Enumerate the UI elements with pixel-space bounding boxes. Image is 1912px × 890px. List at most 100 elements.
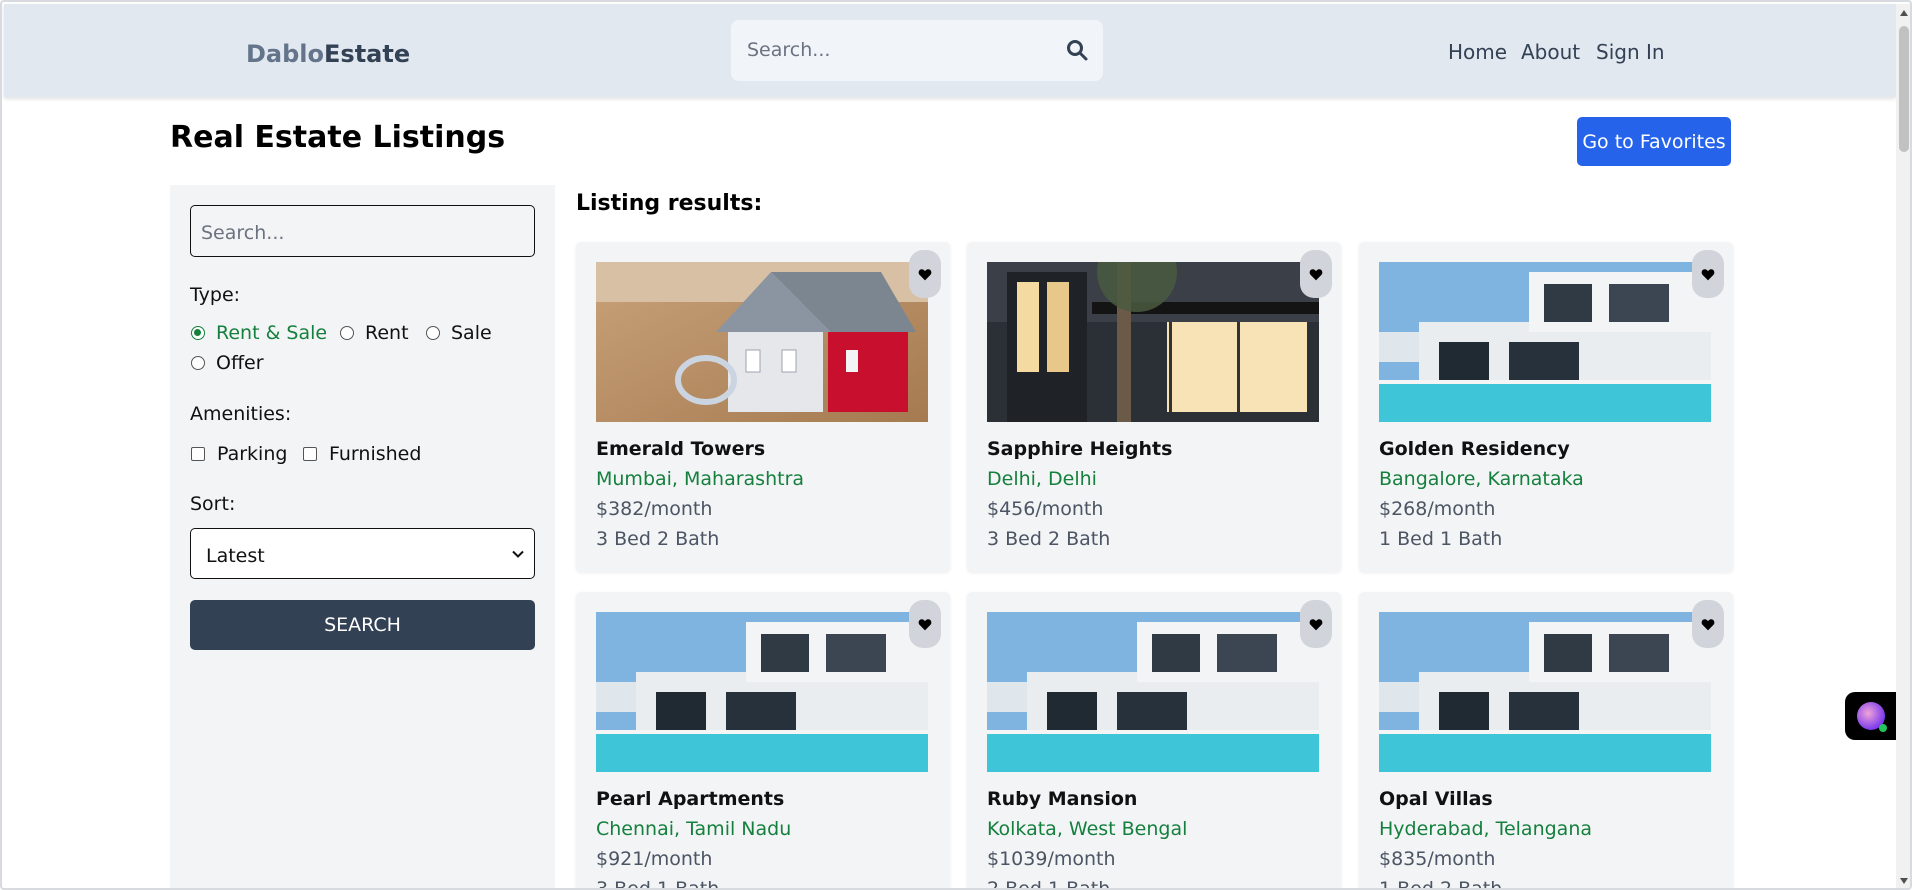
header-search-input[interactable]: Search... — [731, 20, 1103, 81]
heart-icon — [918, 268, 932, 280]
type-option-rent-and-sale[interactable]: Rent & Sale — [191, 322, 327, 344]
checkbox-icon[interactable] — [303, 447, 317, 461]
sort-selected-value: Latest — [206, 545, 265, 567]
listing-image[interactable] — [596, 262, 928, 422]
type-option-label: Rent — [365, 322, 409, 344]
listing-image[interactable] — [596, 612, 928, 772]
villa-pool-image — [596, 612, 928, 772]
chevron-down-icon — [512, 550, 524, 558]
amenities-label: Amenities: — [190, 403, 292, 425]
header-search-placeholder: Search... — [747, 39, 831, 61]
favorite-heart-button[interactable] — [909, 600, 941, 648]
logo[interactable]: DabloEstate — [246, 40, 410, 68]
house-model-image — [596, 262, 928, 422]
listing-rooms: 3 Bed 2 Bath — [987, 528, 1111, 550]
listing-name[interactable]: Ruby Mansion — [987, 788, 1137, 810]
listing-card[interactable]: Ruby Mansion Kolkata, West Bengal $1039/… — [967, 592, 1341, 890]
nav-home[interactable]: Home — [1448, 40, 1507, 64]
radio-icon[interactable] — [340, 326, 354, 340]
listing-location: Kolkata, West Bengal — [987, 818, 1188, 840]
type-label: Type: — [190, 284, 241, 306]
scrollbar-thumb[interactable] — [1899, 26, 1909, 152]
listing-card[interactable]: Pearl Apartments Chennai, Tamil Nadu $92… — [576, 592, 950, 890]
listing-name[interactable]: Opal Villas — [1379, 788, 1493, 810]
results-title: Listing results: — [576, 191, 763, 216]
heart-icon — [1701, 618, 1715, 630]
amenity-parking[interactable]: Parking — [191, 443, 287, 465]
modern-house-night-image — [987, 262, 1319, 422]
sort-label: Sort: — [190, 493, 236, 515]
listing-name[interactable]: Golden Residency — [1379, 438, 1570, 460]
type-option-label: Sale — [451, 322, 492, 344]
scroll-down-arrow-icon[interactable] — [1899, 876, 1909, 886]
filter-sidebar: Search... Type: Rent & Sale Rent Sale Of… — [170, 185, 555, 888]
listing-image[interactable] — [987, 612, 1319, 772]
top-header: DabloEstate Search... Home About Sign In — [4, 4, 1896, 97]
type-option-offer[interactable]: Offer — [191, 352, 264, 374]
radio-icon[interactable] — [191, 356, 205, 370]
radio-icon[interactable] — [426, 326, 440, 340]
listing-card[interactable]: Sapphire Heights Delhi, Delhi $456/month… — [967, 242, 1341, 572]
page-title: Real Estate Listings — [170, 120, 506, 155]
sidebar-search-placeholder: Search... — [201, 222, 285, 244]
listing-image[interactable] — [1379, 612, 1711, 772]
listing-price: $1039/month — [987, 848, 1116, 870]
logo-part-dablo: Dablo — [246, 40, 325, 68]
listing-name[interactable]: Emerald Towers — [596, 438, 765, 460]
listing-name[interactable]: Sapphire Heights — [987, 438, 1172, 460]
heart-icon — [1309, 268, 1323, 280]
amenity-label: Furnished — [329, 443, 422, 465]
listing-image[interactable] — [1379, 262, 1711, 422]
go-to-favorites-button[interactable]: Go to Favorites — [1577, 117, 1731, 166]
listing-rooms: 1 Bed 1 Bath — [1379, 528, 1503, 550]
favorite-heart-button[interactable] — [909, 250, 941, 298]
villa-pool-image — [987, 612, 1319, 772]
listing-card[interactable]: Golden Residency Bangalore, Karnataka $2… — [1359, 242, 1733, 572]
listing-price: $921/month — [596, 848, 713, 870]
listing-price: $382/month — [596, 498, 713, 520]
favorite-heart-button[interactable] — [1300, 250, 1332, 298]
nav-about[interactable]: About — [1521, 40, 1580, 64]
sort-select[interactable]: Latest — [190, 528, 535, 579]
listing-card[interactable]: Emerald Towers Mumbai, Maharashtra $382/… — [576, 242, 950, 572]
sidebar-search-input[interactable]: Search... — [190, 205, 535, 257]
listing-rooms: 3 Bed 2 Bath — [596, 528, 720, 550]
type-option-label: Rent & Sale — [216, 322, 328, 344]
type-option-label: Offer — [216, 352, 264, 374]
nav-sign-in[interactable]: Sign In — [1596, 40, 1665, 64]
amenity-furnished[interactable]: Furnished — [303, 443, 421, 465]
heart-icon — [918, 618, 932, 630]
checkbox-icon[interactable] — [191, 447, 205, 461]
listing-location: Bangalore, Karnataka — [1379, 468, 1584, 490]
listing-rooms: 3 Bed 1 Bath — [596, 878, 720, 890]
logo-part-estate: Estate — [324, 40, 411, 68]
scroll-up-arrow-icon[interactable] — [1899, 8, 1909, 18]
heart-icon — [1701, 268, 1715, 280]
search-button[interactable]: SEARCH — [190, 600, 535, 650]
amenity-label: Parking — [217, 443, 288, 465]
type-option-rent[interactable]: Rent — [340, 322, 409, 344]
listing-price: $835/month — [1379, 848, 1496, 870]
listing-price: $456/month — [987, 498, 1104, 520]
vertical-scrollbar[interactable] — [1896, 4, 1910, 888]
listing-location: Mumbai, Maharashtra — [596, 468, 805, 490]
listing-location: Chennai, Tamil Nadu — [596, 818, 792, 840]
listing-rooms: 1 Bed 2 Bath — [1379, 878, 1503, 890]
radio-checked-icon[interactable] — [191, 326, 205, 340]
online-status-dot — [1879, 724, 1887, 732]
favorite-heart-button[interactable] — [1692, 250, 1724, 298]
heart-icon — [1309, 618, 1323, 630]
search-icon[interactable] — [1065, 38, 1089, 62]
listing-image[interactable] — [987, 262, 1319, 422]
listing-price: $268/month — [1379, 498, 1496, 520]
listing-location: Hyderabad, Telangana — [1379, 818, 1592, 840]
favorite-heart-button[interactable] — [1692, 600, 1724, 648]
listing-card[interactable]: Opal Villas Hyderabad, Telangana $835/mo… — [1359, 592, 1733, 890]
assistant-avatar-button[interactable] — [1845, 692, 1897, 740]
listing-rooms: 2 Bed 1 Bath — [987, 878, 1111, 890]
villa-pool-image — [1379, 262, 1711, 422]
listing-location: Delhi, Delhi — [987, 468, 1097, 490]
favorite-heart-button[interactable] — [1300, 600, 1332, 648]
type-option-sale[interactable]: Sale — [426, 322, 492, 344]
listing-name[interactable]: Pearl Apartments — [596, 788, 784, 810]
